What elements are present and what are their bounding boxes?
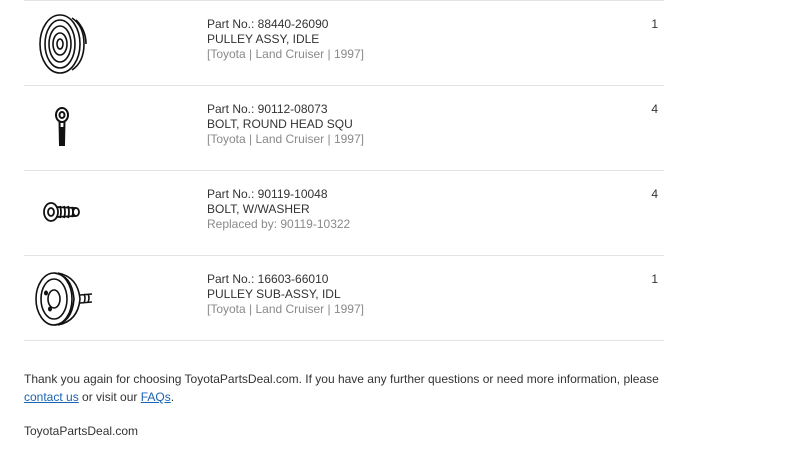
washer-bolt-icon[interactable] [24,171,100,255]
part-name: PULLEY SUB-ASSY, IDL [207,287,341,301]
part-fitment: [Toyota | Land Cruiser | 1997] [207,47,364,61]
faqs-link[interactable]: FAQs [141,390,171,404]
part-quantity: 4 [651,102,658,116]
part-info: Part No.: 88440-26090 PULLEY ASSY, IDLE … [207,17,364,62]
contact-us-link[interactable]: contact us [24,390,79,404]
part-info: Part No.: 16603-66010 PULLEY SUB-ASSY, I… [207,272,364,317]
part-name: BOLT, W/WASHER [207,202,310,216]
part-name: PULLEY ASSY, IDLE [207,32,320,46]
pulley-sub-assy-icon[interactable] [24,256,100,340]
part-info: Part No.: 90112-08073 BOLT, ROUND HEAD S… [207,102,364,147]
part-replacement: Replaced by: 90119-10322 [207,217,351,231]
footer-message: Thank you again for choosing ToyotaParts… [24,370,664,406]
idler-pulley-icon[interactable] [24,1,100,85]
part-number: Part No.: 16603-66010 [207,272,329,286]
list-item: Part No.: 16603-66010 PULLEY SUB-ASSY, I… [24,256,664,341]
footer-text-end: . [170,390,175,404]
round-head-bolt-icon[interactable] [24,86,100,170]
part-fitment: [Toyota | Land Cruiser | 1997] [207,302,364,316]
site-name: ToyotaPartsDeal.com [24,424,139,438]
footer-text: Thank you again for choosing ToyotaParts… [24,372,659,386]
parts-list: Part No.: 88440-26090 PULLEY ASSY, IDLE … [24,0,664,341]
part-number: Part No.: 90119-10048 [207,187,328,201]
part-info: Part No.: 90119-10048 BOLT, W/WASHER Rep… [207,187,350,232]
part-name: BOLT, ROUND HEAD SQU [207,117,353,131]
list-item: Part No.: 90119-10048 BOLT, W/WASHER Rep… [24,171,664,256]
footer-text-middle: or visit our [78,390,141,404]
part-quantity: 1 [651,17,658,31]
list-item: Part No.: 90112-08073 BOLT, ROUND HEAD S… [24,86,664,171]
part-fitment: [Toyota | Land Cruiser | 1997] [207,132,364,146]
list-item: Part No.: 88440-26090 PULLEY ASSY, IDLE … [24,1,664,86]
part-number: Part No.: 90112-08073 [207,102,328,116]
part-quantity: 1 [651,272,658,286]
part-quantity: 4 [651,187,658,201]
part-number: Part No.: 88440-26090 [207,17,329,31]
